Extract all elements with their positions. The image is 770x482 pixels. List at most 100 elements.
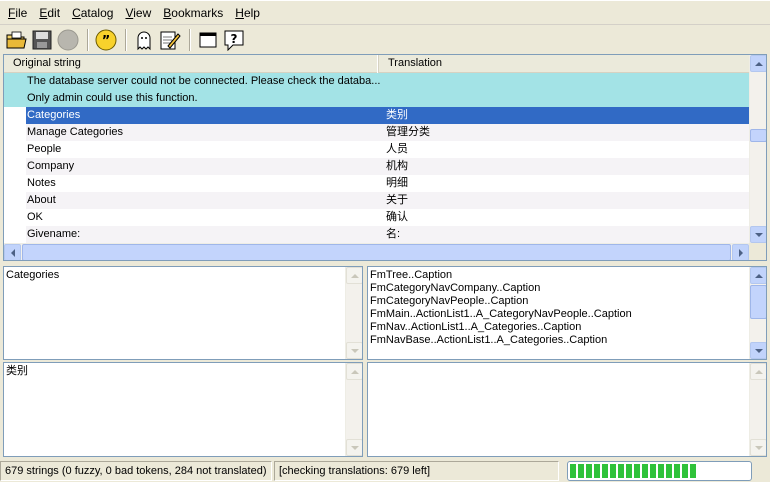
cell-translation: 确认 (386, 211, 408, 223)
comments-scrollbar[interactable] (749, 363, 766, 456)
progress-block (642, 463, 648, 478)
cell-translation: 人员 (386, 143, 408, 155)
scroll-down-button[interactable] (346, 342, 362, 359)
progress-block (674, 463, 680, 478)
context-line: FmCategoryNavPeople..Caption (370, 295, 529, 307)
row-gutter (4, 158, 26, 175)
scroll-up-button[interactable] (750, 55, 766, 72)
scroll-corner (749, 243, 766, 260)
arrow-up-icon (754, 369, 763, 374)
list-rows: The database server could not be connect… (4, 73, 750, 243)
menu-file[interactable]: File (2, 4, 33, 22)
translation-text-pane[interactable]: 类别 (3, 362, 363, 457)
row-gutter (4, 73, 26, 90)
arrow-down-icon (754, 445, 763, 450)
cell-translation: 关于 (384, 192, 750, 209)
arrow-up-icon (754, 61, 763, 66)
list-header: Original string Translation (4, 55, 750, 73)
toolbar-separator (87, 28, 89, 51)
column-original-header[interactable]: Original string (4, 55, 379, 73)
row-gutter (4, 90, 26, 107)
context-pane[interactable]: FmTree..Caption FmCategoryNavCompany..Cap… (367, 266, 767, 360)
menu-catalog[interactable]: Catalog (66, 4, 119, 22)
svg-text:?: ? (231, 32, 238, 46)
scroll-thumb[interactable] (750, 129, 766, 142)
toolbar-separator (125, 28, 127, 51)
toolbar: ” ? (0, 24, 770, 54)
table-row[interactable]: OK 确认 (4, 209, 750, 226)
comments-pane[interactable] (367, 362, 767, 457)
progress-block (602, 463, 608, 478)
table-row[interactable]: Only admin could use this function. (4, 90, 750, 107)
horizontal-splitter[interactable] (0, 262, 770, 265)
menu-view-label: iew (133, 5, 152, 20)
context-scrollbar[interactable] (749, 267, 766, 359)
quote-button[interactable]: ” (94, 28, 118, 52)
window-button[interactable] (196, 28, 220, 52)
scroll-up-button[interactable] (750, 267, 766, 284)
disabled-button[interactable] (56, 28, 80, 52)
arrow-down-icon (350, 348, 359, 353)
progress-block (690, 463, 696, 478)
open-button[interactable] (4, 28, 28, 52)
string-list[interactable]: Original string Translation The database… (3, 54, 767, 261)
scroll-up-button[interactable] (750, 363, 766, 380)
menu-help[interactable]: Help (229, 4, 266, 22)
progress-block (666, 463, 672, 478)
scroll-down-button[interactable] (750, 226, 766, 243)
window-icon (199, 32, 217, 47)
scroll-right-button[interactable] (732, 244, 749, 260)
source-scrollbar[interactable] (345, 267, 362, 359)
menu-bookmarks[interactable]: Bookmarks (157, 4, 229, 22)
disabled-circle-icon (57, 29, 79, 50)
progress-block (658, 463, 664, 478)
menu-bookmarks-label: ookmarks (171, 5, 224, 20)
scroll-left-button[interactable] (4, 244, 21, 260)
table-row[interactable]: Company 机构 (4, 158, 750, 175)
context-lines: FmTree..Caption FmCategoryNavCompany..Cap… (370, 269, 632, 347)
cell-original: The database server could not be connect… (26, 73, 384, 90)
menu-view[interactable]: View (119, 4, 157, 22)
list-horizontal-scrollbar[interactable] (4, 243, 749, 260)
cell-original: Manage Categories (26, 124, 384, 141)
row-gutter (4, 175, 26, 192)
table-row[interactable]: Notes 明细 (4, 175, 750, 192)
help-button[interactable]: ? (222, 28, 246, 52)
scroll-down-button[interactable] (750, 342, 766, 359)
open-icon (6, 31, 27, 48)
cell-original: Categories (26, 107, 384, 124)
cell-translation (384, 90, 750, 107)
arrow-up-icon (350, 273, 359, 278)
save-button[interactable] (30, 28, 54, 52)
table-row[interactable]: Manage Categories 管理分类 (4, 124, 750, 141)
menu-edit[interactable]: Edit (33, 4, 66, 22)
source-text: Categories (6, 269, 60, 281)
cell-translation: 管理分类 (384, 124, 750, 141)
translation-scrollbar[interactable] (345, 363, 362, 456)
scroll-down-button[interactable] (346, 439, 362, 456)
menu-catalog-label: atalog (80, 5, 114, 20)
context-scroll-thumb[interactable] (750, 285, 766, 319)
cell-original: OK (27, 211, 43, 223)
edit-note-button[interactable] (158, 28, 182, 52)
cell-original: Company (26, 158, 384, 175)
table-row[interactable]: The database server could not be connect… (4, 73, 750, 90)
table-row[interactable]: About 关于 (4, 192, 750, 209)
table-row[interactable]: Givename: 名: (4, 226, 750, 243)
progress-bar (567, 460, 752, 481)
hscroll-thumb[interactable] (22, 244, 731, 260)
column-translation-header[interactable]: Translation (379, 55, 750, 73)
help-icon: ? (224, 30, 244, 51)
scroll-up-button[interactable] (346, 267, 362, 284)
progress-block (610, 463, 616, 478)
progress-block (650, 463, 656, 478)
source-text-pane[interactable]: Categories (3, 266, 363, 360)
scroll-down-button[interactable] (750, 439, 766, 456)
scroll-up-button[interactable] (346, 363, 362, 380)
context-line: FmMain..ActionList1..A_CategoryNavPeople… (370, 308, 632, 320)
ghost-button[interactable] (132, 28, 156, 52)
table-row[interactable]: Categories 类别 (4, 107, 750, 124)
list-vertical-scrollbar[interactable] (749, 55, 766, 243)
translation-text: 类别 (6, 365, 28, 377)
table-row[interactable]: People 人员 (4, 141, 750, 158)
